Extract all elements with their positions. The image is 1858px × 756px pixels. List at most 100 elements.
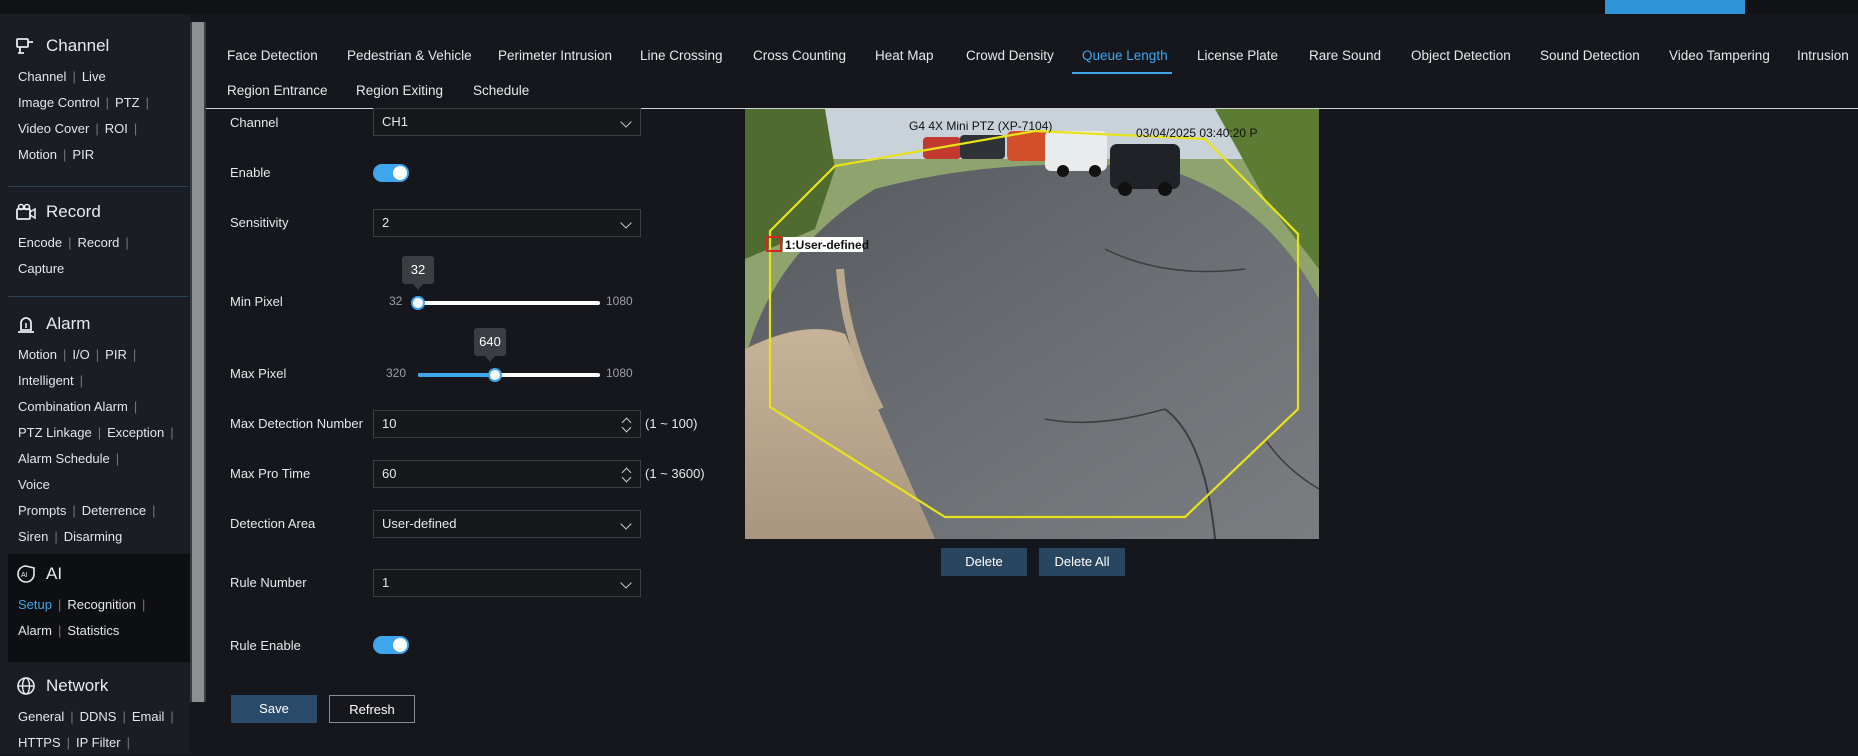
- detection-area-value: User-defined: [382, 516, 457, 531]
- sidebar-link-email[interactable]: Email: [132, 709, 165, 724]
- tab-heat-map[interactable]: Heat Map: [875, 48, 934, 63]
- alarm-section-title[interactable]: Alarm: [8, 310, 188, 338]
- alarm-title: Alarm: [46, 314, 91, 333]
- sidebar-link-recognition[interactable]: Recognition: [67, 597, 136, 612]
- tab-region-exiting[interactable]: Region Exiting: [356, 83, 443, 98]
- tab-sound-detection[interactable]: Sound Detection: [1540, 48, 1640, 63]
- sidebar-link-general[interactable]: General: [18, 709, 64, 724]
- stepper-arrows-icon[interactable]: [621, 414, 632, 434]
- sidebar-scrollbar[interactable]: [190, 22, 206, 702]
- rule-number-select[interactable]: 1: [373, 569, 641, 597]
- sidebar-link-encode[interactable]: Encode: [18, 235, 62, 250]
- channel-section-title[interactable]: Channel: [8, 32, 188, 60]
- sidebar-link-https[interactable]: HTTPS: [18, 735, 61, 750]
- sidebar-link-ip-filter[interactable]: IP Filter: [76, 735, 121, 750]
- sidebar-link-alarm-motion[interactable]: Motion: [18, 347, 57, 362]
- alarm-icon: [16, 314, 36, 334]
- max-pixel-tooltip: 640: [474, 328, 506, 362]
- rule-number-value: 1: [382, 575, 390, 590]
- enable-toggle[interactable]: [373, 164, 409, 182]
- tab-video-tampering[interactable]: Video Tampering: [1669, 48, 1770, 63]
- sidebar-link-image-control[interactable]: Image Control: [18, 95, 100, 110]
- ai-icon: AI: [16, 564, 36, 584]
- sidebar-link-ddns[interactable]: DDNS: [80, 709, 117, 724]
- max-pixel-slider-handle[interactable]: [488, 368, 502, 382]
- stepper-arrows-icon[interactable]: [621, 464, 632, 484]
- min-pixel-slider-handle[interactable]: [411, 296, 425, 310]
- sensitivity-select-value: 2: [382, 215, 390, 230]
- min-pixel-max: 1080: [606, 294, 633, 308]
- tab-rare-sound[interactable]: Rare Sound: [1309, 48, 1381, 63]
- tab-perimeter-intrusion[interactable]: Perimeter Intrusion: [498, 48, 612, 63]
- tab-intrusion[interactable]: Intrusion: [1797, 48, 1849, 63]
- delete-button[interactable]: Delete: [941, 548, 1027, 576]
- tab-region-entrance[interactable]: Region Entrance: [227, 83, 328, 98]
- ai-title: AI: [46, 564, 63, 583]
- region-label-overlay: 1:User-defined: [785, 238, 870, 252]
- network-section-title[interactable]: Network: [8, 672, 188, 700]
- record-section-title[interactable]: Record: [8, 198, 188, 226]
- sidebar-link-alarm-pir[interactable]: PIR: [105, 347, 127, 362]
- refresh-button[interactable]: Refresh: [329, 695, 415, 723]
- sidebar-link-deterrence[interactable]: Deterrence: [82, 503, 146, 518]
- sidebar: Channel Channel | Live Image Control | PTZ | …: [0, 14, 206, 754]
- tab-license-plate[interactable]: License Plate: [1197, 48, 1278, 63]
- sidebar-link-channel[interactable]: Channel: [18, 69, 66, 84]
- sidebar-link-video-cover[interactable]: Video Cover: [18, 121, 89, 136]
- tab-crowd-density[interactable]: Crowd Density: [966, 48, 1054, 63]
- max-pro-time-input[interactable]: 60: [373, 460, 641, 488]
- sidebar-link-record[interactable]: Record: [77, 235, 119, 250]
- sidebar-link-setup[interactable]: Setup: [18, 597, 52, 612]
- ai-section-title[interactable]: AI AI: [8, 560, 188, 588]
- sidebar-link-voice-prompts[interactable]: Voice Prompts: [18, 477, 66, 518]
- sidebar-link-live[interactable]: Live: [82, 69, 106, 84]
- detection-area-select[interactable]: User-defined: [373, 510, 641, 538]
- camera-preview[interactable]: G4 4X Mini PTZ (XP-7104) 03/04/2025 03:4…: [745, 109, 1319, 539]
- min-pixel-slider[interactable]: [411, 296, 600, 310]
- sensitivity-select[interactable]: 2: [373, 209, 641, 237]
- timestamp-overlay: 03/04/2025 03:40:20 P: [1136, 126, 1258, 140]
- delete-all-button[interactable]: Delete All: [1039, 548, 1125, 576]
- rule-enable-toggle[interactable]: [373, 636, 409, 654]
- save-button[interactable]: Save: [231, 695, 317, 723]
- tab-schedule[interactable]: Schedule: [473, 83, 529, 98]
- tab-object-detection[interactable]: Object Detection: [1411, 48, 1511, 63]
- max-detection-input[interactable]: 10: [373, 410, 641, 438]
- channel-icon: [16, 36, 36, 56]
- divider: [8, 296, 188, 297]
- sidebar-link-roi[interactable]: ROI: [105, 121, 128, 136]
- sidebar-link-alarm-schedule[interactable]: Alarm Schedule: [18, 451, 110, 466]
- sidebar-link-intelligent[interactable]: Intelligent: [18, 373, 74, 388]
- tab-face-detection[interactable]: Face Detection: [227, 48, 318, 63]
- channel-section: Channel Channel | Live Image Control | PTZ | …: [8, 32, 188, 168]
- tab-line-crossing[interactable]: Line Crossing: [640, 48, 723, 63]
- min-pixel-label: Min Pixel: [230, 294, 283, 309]
- sidebar-link-statistics[interactable]: Statistics: [67, 623, 119, 638]
- sidebar-link-capture[interactable]: Capture: [18, 261, 64, 276]
- sidebar-link-combination-alarm[interactable]: Combination Alarm: [18, 399, 128, 414]
- sidebar-link-io[interactable]: I/O: [72, 347, 89, 362]
- tab-cross-counting[interactable]: Cross Counting: [753, 48, 846, 63]
- sidebar-link-ptz-linkage[interactable]: PTZ Linkage: [18, 425, 92, 440]
- sidebar-link-pir[interactable]: PIR: [72, 147, 94, 162]
- camera-feed-image: [745, 109, 1319, 539]
- min-pixel-min: 32: [389, 294, 403, 308]
- sidebar-link-motion[interactable]: Motion: [18, 147, 57, 162]
- tab-pedestrian-vehicle[interactable]: Pedestrian & Vehicle: [347, 48, 472, 63]
- network-section: Network General | DDNS | Email | HTTPS | IP Fil…: [8, 672, 188, 756]
- sidebar-link-ai-alarm[interactable]: Alarm: [18, 623, 52, 638]
- max-pro-time-range: (1 ~ 3600): [645, 466, 705, 481]
- sidebar-link-siren[interactable]: Siren: [18, 529, 48, 544]
- sidebar-link-disarming[interactable]: Disarming: [64, 529, 123, 544]
- max-pro-time-label: Max Pro Time: [230, 466, 311, 481]
- sidebar-link-ptz[interactable]: PTZ: [115, 95, 140, 110]
- detection-area-label: Detection Area: [230, 516, 316, 531]
- sidebar-link-exception[interactable]: Exception: [107, 425, 164, 440]
- top-active-button[interactable]: [1605, 0, 1745, 14]
- tab-queue-length[interactable]: Queue Length: [1082, 48, 1168, 63]
- record-icon: [16, 202, 36, 222]
- sensitivity-label: Sensitivity: [230, 215, 289, 230]
- channel-select[interactable]: CH1: [373, 108, 641, 136]
- channel-select-value: CH1: [382, 114, 409, 129]
- max-pixel-slider[interactable]: [418, 368, 600, 382]
